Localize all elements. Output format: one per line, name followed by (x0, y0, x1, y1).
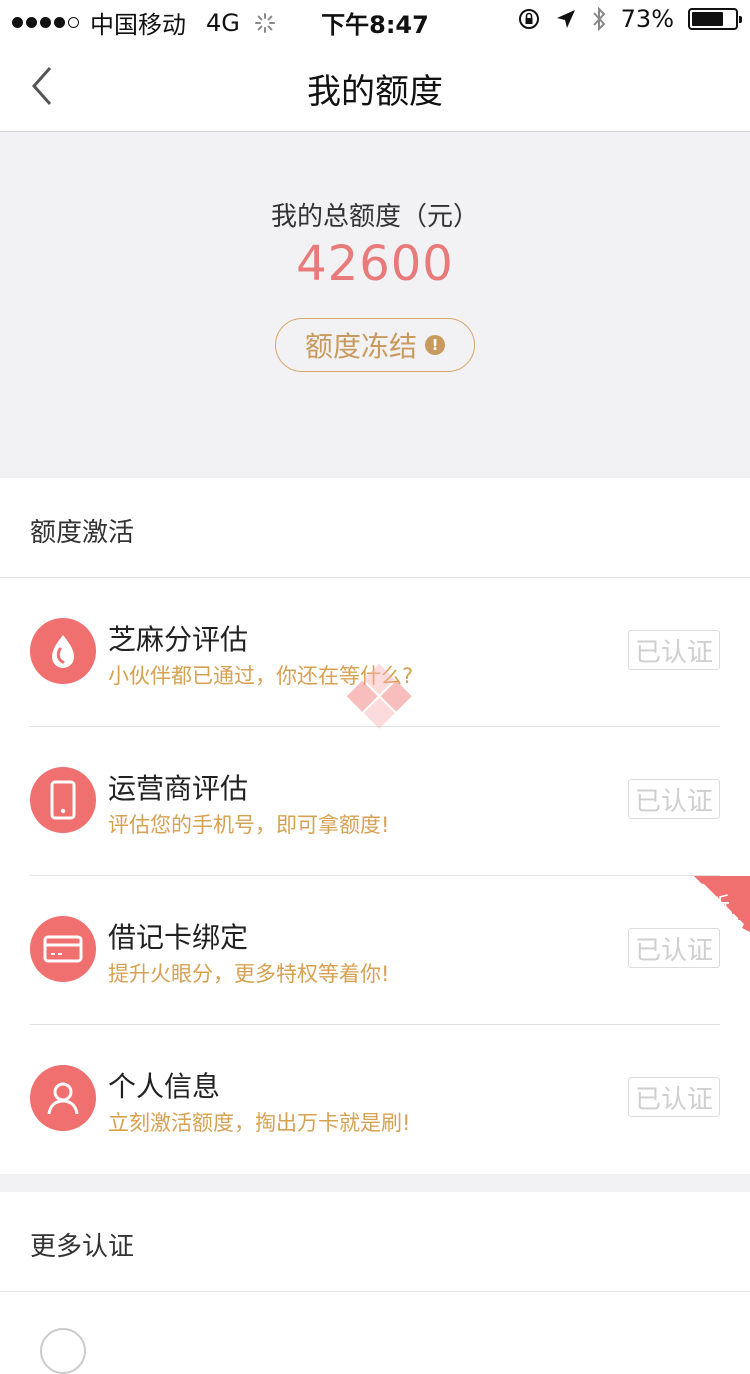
verified-badge: 已认证 (628, 630, 720, 670)
activation-section-header: 额度激活 (0, 478, 750, 578)
bank-card-icon (30, 916, 96, 982)
more-section-header: 更多认证 (0, 1192, 750, 1292)
list-item-more[interactable] (0, 1292, 750, 1374)
sesame-drop-icon (30, 618, 96, 684)
page-title: 我的额度 (307, 72, 443, 112)
more-section-title: 更多认证 (30, 1232, 135, 1262)
warning-icon: ! (425, 335, 445, 355)
battery-percent: 73% (620, 5, 674, 33)
bluetooth-icon (592, 6, 606, 32)
total-credit-label: 我的总额度（元） (270, 202, 479, 232)
verified-badge: 已认证 (628, 779, 720, 819)
credit-summary: 我的总额度（元） 42600 额度冻结 ! (0, 132, 750, 478)
item-subtitle: 评估您的手机号，即可拿额度! (108, 813, 390, 837)
list-item-personal-info[interactable]: 个人信息 立刻激活额度，掏出万卡就是刷! 已认证 (0, 1025, 750, 1174)
item-title: 运营商评估 (108, 772, 249, 805)
verified-badge: 已认证 (628, 1077, 720, 1117)
nav-bar: 我的额度 (0, 40, 750, 132)
person-icon (30, 1065, 96, 1131)
battery-icon (688, 8, 742, 30)
item-subtitle: 小伙伴都已通过，你还在等什么? (108, 664, 414, 688)
activation-section-title: 额度激活 (30, 518, 135, 548)
credit-freeze-button[interactable]: 额度冻结 ! (275, 318, 475, 372)
item-title: 芝麻分评估 (108, 623, 249, 656)
list-item-carrier[interactable]: 运营商评估 评估您的手机号，即可拿额度! 已认证 (0, 727, 750, 876)
new-badge-label: 新 (706, 892, 730, 920)
status-right: 73% (503, 5, 742, 33)
new-badge: 新 (694, 876, 750, 932)
section-gap (0, 1174, 750, 1192)
item-subtitle: 立刻激活额度，掏出万卡就是刷! (108, 1111, 411, 1135)
status-bar: 中国移动 4G 下午8:47 73% (0, 0, 750, 40)
verified-badge: 已认证 (628, 928, 720, 968)
list-item-debit-card[interactable]: 借记卡绑定 提升火眼分，更多特权等着你! 已认证 新 (0, 876, 750, 1025)
item-subtitle: 提升火眼分，更多特权等着你! (108, 962, 390, 986)
credit-freeze-label: 额度冻结 (304, 330, 417, 363)
orientation-lock-icon (518, 9, 539, 29)
more-item-icon (40, 1328, 86, 1374)
total-credit-amount: 42600 (296, 236, 454, 292)
item-title: 个人信息 (108, 1070, 221, 1103)
location-arrow-icon (556, 10, 575, 28)
phone-icon (30, 767, 96, 833)
item-title: 借记卡绑定 (108, 921, 249, 954)
battery-level (692, 12, 723, 26)
list-item-sesame[interactable]: 芝麻分评估 小伙伴都已通过，你还在等什么? 已认证 (0, 578, 750, 727)
